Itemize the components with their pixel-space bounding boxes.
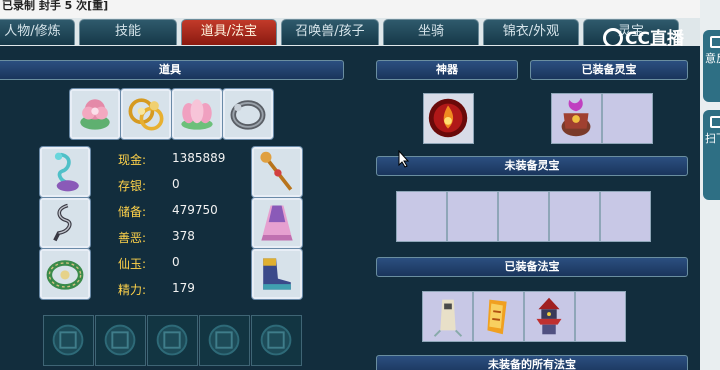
inventory-slot[interactable] bbox=[223, 89, 273, 139]
stat-label: 现金: bbox=[118, 153, 147, 167]
ghost-hairpin-icon bbox=[42, 149, 88, 195]
scroll-fabao-icon bbox=[487, 299, 507, 335]
tab-skills[interactable]: 技能 bbox=[79, 19, 177, 45]
tab-mount[interactable]: 坐骑 bbox=[383, 19, 479, 45]
pink-robe-icon bbox=[254, 200, 300, 246]
inventory-slot[interactable] bbox=[43, 315, 94, 366]
pink-flower-icon bbox=[72, 91, 118, 137]
window-title-strip: 已录制 封手 5 次[重] bbox=[0, 0, 700, 18]
gold-ornament-icon bbox=[123, 91, 169, 137]
talisman-fabao-icon bbox=[433, 299, 463, 337]
scan-icon bbox=[710, 116, 720, 128]
cauldron-lingbao-icon bbox=[561, 97, 591, 137]
empty-slot-emblem-icon bbox=[260, 324, 292, 356]
stat-value: 378 bbox=[172, 229, 195, 243]
lingbao-slot[interactable] bbox=[600, 191, 651, 242]
artifact-section-header: 神器 bbox=[376, 60, 518, 80]
stat-value: 479750 bbox=[172, 203, 218, 217]
cc-logo-icon bbox=[603, 28, 623, 48]
empty-slot-emblem-icon bbox=[104, 324, 136, 356]
stat-value: 0 bbox=[172, 177, 180, 191]
staff-weapon-icon bbox=[254, 149, 300, 195]
inventory-slot[interactable] bbox=[172, 89, 222, 139]
lingbao-slot[interactable] bbox=[447, 191, 498, 242]
equipment-slot[interactable] bbox=[252, 249, 302, 299]
stat-value: 0 bbox=[172, 255, 180, 269]
feedback-icon bbox=[710, 36, 720, 48]
inventory-slot[interactable] bbox=[251, 315, 302, 366]
inventory-slot[interactable] bbox=[95, 315, 146, 366]
silver-ring-icon bbox=[225, 91, 271, 137]
stat-label: 存银: bbox=[118, 179, 147, 193]
fire-orb-artifact-icon bbox=[428, 98, 468, 138]
side-button-scan[interactable]: 扫下 bbox=[703, 110, 720, 200]
unequipped-lingbao-header: 未装备灵宝 bbox=[376, 156, 688, 176]
equipment-slot[interactable] bbox=[252, 147, 302, 197]
inventory-slot[interactable] bbox=[147, 315, 198, 366]
lingbao-slot[interactable] bbox=[396, 191, 447, 242]
artifact-slot[interactable] bbox=[423, 93, 474, 144]
tab-character[interactable]: 人物/修炼 bbox=[0, 19, 75, 45]
equipped-lingbao-header: 已装备灵宝 bbox=[530, 60, 688, 80]
fabao-slot[interactable] bbox=[524, 291, 575, 342]
lingbao-slot[interactable] bbox=[551, 93, 602, 144]
tab-items[interactable]: 道具/法宝 bbox=[181, 19, 277, 45]
lotus-icon bbox=[174, 91, 220, 137]
stat-value: 179 bbox=[172, 281, 195, 295]
empty-slot-emblem-icon bbox=[52, 324, 84, 356]
inventory-slot[interactable] bbox=[121, 89, 171, 139]
jade-necklace-icon bbox=[42, 251, 88, 297]
lingbao-slot[interactable] bbox=[498, 191, 549, 242]
equipment-slot[interactable] bbox=[252, 198, 302, 248]
mouse-cursor-icon bbox=[398, 150, 410, 168]
stat-value: 1385889 bbox=[172, 151, 226, 165]
stat-label: 精力: bbox=[118, 283, 147, 297]
side-button-feedback[interactable]: 意反 bbox=[703, 30, 720, 102]
equipment-slot[interactable] bbox=[40, 198, 90, 248]
equipment-slot[interactable] bbox=[40, 147, 90, 197]
stat-label: 储备: bbox=[118, 205, 147, 219]
inventory-slot[interactable] bbox=[199, 315, 250, 366]
inventory-slot[interactable] bbox=[70, 89, 120, 139]
window-title: 已录制 封手 5 次[重] bbox=[2, 0, 109, 12]
lingbao-slot[interactable] bbox=[549, 191, 600, 242]
stat-label: 善恶: bbox=[118, 231, 147, 245]
empty-slot-emblem-icon bbox=[208, 324, 240, 356]
fabao-slot[interactable] bbox=[422, 291, 473, 342]
boots-icon bbox=[254, 251, 300, 297]
fabao-slot[interactable] bbox=[575, 291, 626, 342]
belt-icon bbox=[42, 200, 88, 246]
equipped-fabao-header: 已装备法宝 bbox=[376, 257, 688, 277]
tab-outfit[interactable]: 锦衣/外观 bbox=[483, 19, 579, 45]
stat-label: 仙玉: bbox=[118, 257, 147, 271]
equipment-slot[interactable] bbox=[40, 249, 90, 299]
tab-pets[interactable]: 召唤兽/孩子 bbox=[281, 19, 379, 45]
empty-slot-emblem-icon bbox=[156, 324, 188, 356]
pagoda-fabao-icon bbox=[536, 297, 562, 335]
items-section-header: 道具 bbox=[0, 60, 344, 80]
main-panel: 道具 现金: 1385889 存银: 0 储备: 479750 善恶: 378 … bbox=[0, 46, 700, 370]
lingbao-slot[interactable] bbox=[602, 93, 653, 144]
tab-bar: 人物/修炼 技能 道具/法宝 召唤兽/孩子 坐骑 锦衣/外观 灵宝 bbox=[0, 18, 700, 46]
fabao-slot[interactable] bbox=[473, 291, 524, 342]
all-fabao-header: 未装备的所有法宝 bbox=[376, 355, 688, 370]
